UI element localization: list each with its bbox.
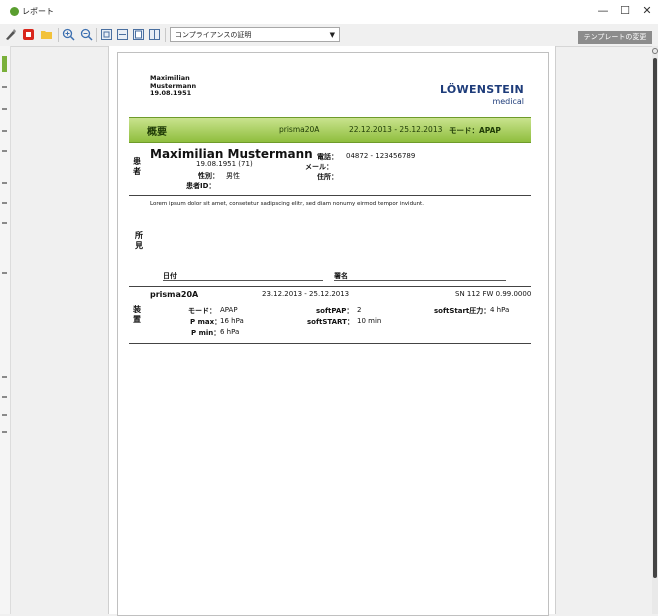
vertical-scrollbar[interactable]: [652, 46, 658, 614]
banner-device: prisma20A: [279, 125, 320, 134]
phone-label: 電話：: [317, 153, 338, 161]
thumbnail-marker: [2, 56, 7, 72]
close-button[interactable]: ✕: [640, 4, 654, 17]
mail-label: メール：: [305, 163, 333, 171]
minimize-button[interactable]: —: [596, 4, 610, 17]
thumbnail-marker: [2, 414, 7, 416]
toolbar-separator: [58, 28, 59, 42]
patient-sex-label: 性別：: [198, 172, 219, 180]
pdf-icon[interactable]: [22, 28, 35, 41]
thumbnail-marker: [2, 86, 7, 88]
patient-full-name: Maximilian Mustermann: [150, 147, 313, 161]
banner-period: 22.12.2013 - 25.12.2013: [349, 125, 443, 134]
thumbnail-marker: [2, 376, 7, 378]
thumbnail-strip[interactable]: [0, 46, 11, 614]
phone-value: 04872 - 123456789: [346, 152, 416, 160]
report-type-value: コンプライアンスの証明: [175, 31, 252, 39]
app-icon: [10, 7, 19, 16]
scrollbar-thumb[interactable]: [653, 58, 657, 578]
change-template-button[interactable]: テンプレートの変更: [578, 31, 652, 44]
signature-line: [334, 280, 506, 281]
thumbnail-marker: [2, 182, 7, 184]
scroll-up-icon[interactable]: [652, 48, 658, 54]
toolbar-separator: [165, 28, 166, 42]
device-name: prisma20A: [150, 290, 199, 299]
thumbnail-marker: [2, 431, 7, 433]
header-birthdate: 19.08.1951: [150, 89, 192, 97]
zoom-out-icon[interactable]: [80, 28, 93, 41]
thumbnail-marker: [2, 150, 7, 152]
softpap-value: 2: [357, 306, 362, 314]
findings-section-label: 所見: [135, 231, 143, 250]
patient-section-label: 患者: [133, 157, 141, 176]
address-label: 住所：: [317, 173, 338, 181]
thumbnail-marker: [2, 222, 7, 224]
thumbnail-marker: [2, 396, 7, 398]
section-divider: [129, 343, 531, 344]
folder-icon[interactable]: [40, 28, 53, 41]
softstart-value: 10 min: [357, 317, 382, 325]
softstart-pressure-label: softStart圧力：: [434, 307, 491, 315]
zoom-in-icon[interactable]: [62, 28, 75, 41]
thumbnail-marker: [2, 272, 7, 274]
softstart-label: softSTART：: [307, 318, 354, 326]
thumbnail-marker: [2, 130, 7, 132]
pmax-value: 16 hPa: [220, 317, 244, 325]
report-page: Maximilian Mustermann 19.08.1951 LÖWENST…: [117, 52, 549, 616]
mode-value: APAP: [220, 306, 238, 314]
thumbnail-marker: [2, 108, 7, 110]
pmin-value: 6 hPa: [220, 328, 240, 336]
device-serial: SN 112 FW 0.99.0000: [455, 290, 532, 298]
title-bar: レポート — ☐ ✕: [0, 0, 658, 24]
pen-icon[interactable]: [4, 28, 17, 41]
header-patient-block: Maximilian Mustermann 19.08.1951: [150, 74, 196, 98]
company-logo-sub: medical: [492, 97, 524, 106]
device-section-label: 装置: [133, 305, 141, 324]
chevron-down-icon: ▼: [329, 31, 335, 39]
section-divider: [129, 195, 531, 196]
pmin-label: P min：: [191, 329, 221, 337]
fit-page-icon[interactable]: [100, 28, 113, 41]
patient-sex-value: 男性: [226, 172, 240, 180]
multi-page-icon[interactable]: [148, 28, 161, 41]
patient-dob-age: 19.08.1951 (71): [196, 160, 253, 168]
single-page-icon[interactable]: [132, 28, 145, 41]
section-divider: [129, 286, 531, 287]
pmax-label: P max：: [190, 318, 222, 326]
maximize-button[interactable]: ☐: [618, 4, 632, 17]
softpap-label: softPAP：: [316, 307, 354, 315]
banner-mode: モード：APAP: [449, 126, 501, 135]
mode-label: モード：: [188, 307, 216, 315]
toolbar: コンプライアンスの証明 ▼: [0, 24, 658, 47]
summary-title: 概要: [147, 127, 167, 138]
fit-width-icon[interactable]: [116, 28, 129, 41]
window-title: レポート: [22, 7, 54, 16]
thumbnail-marker: [2, 202, 7, 204]
toolbar-separator: [96, 28, 97, 42]
company-logo: LÖWENSTEIN: [439, 83, 524, 96]
patient-id-label: 患者ID：: [186, 182, 216, 190]
softstart-pressure-value: 4 hPa: [490, 306, 510, 314]
date-line: [163, 280, 323, 281]
findings-text: Lorem ipsum dolor sit amet, consetetur s…: [150, 201, 424, 207]
summary-banner: 概要 prisma20A 22.12.2013 - 25.12.2013 モード…: [129, 117, 531, 143]
device-period: 23.12.2013 - 25.12.2013: [262, 290, 350, 298]
report-type-select[interactable]: コンプライアンスの証明 ▼: [170, 27, 340, 42]
